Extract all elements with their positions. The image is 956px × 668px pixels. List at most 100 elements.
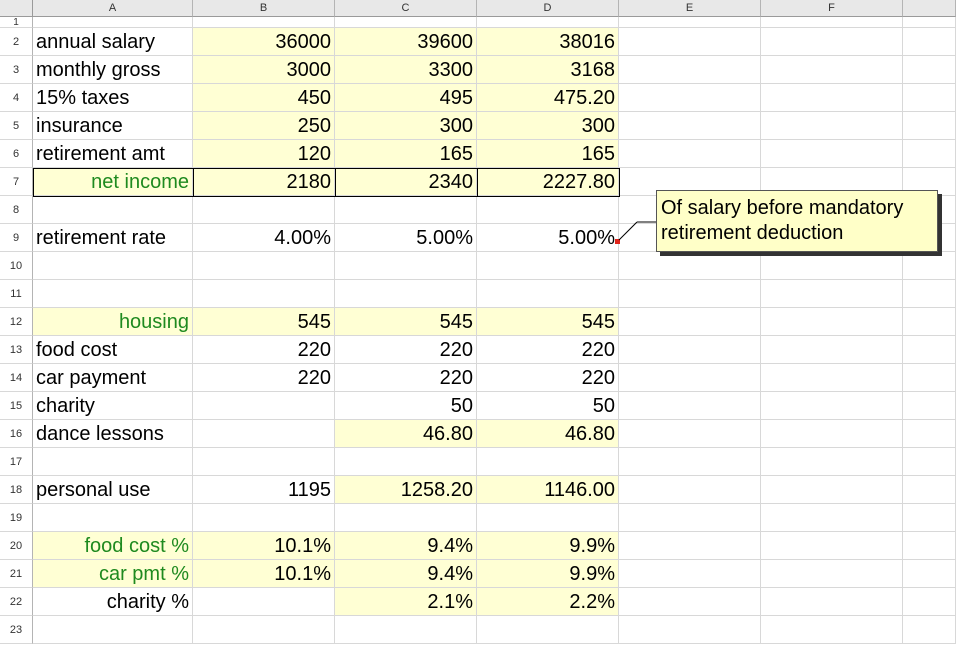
cell-e3[interactable]	[619, 56, 761, 84]
cell-g21[interactable]	[903, 560, 956, 588]
cell-c20[interactable]: 9.4%	[335, 532, 477, 560]
cell-g19[interactable]	[903, 504, 956, 532]
cell-b6[interactable]: 120	[193, 140, 335, 168]
cell-f5[interactable]	[761, 112, 903, 140]
cell-c13[interactable]: 220	[335, 336, 477, 364]
cell-e2[interactable]	[619, 28, 761, 56]
cell-f3[interactable]	[761, 56, 903, 84]
column-header-c[interactable]: C	[335, 0, 477, 17]
cell-b5[interactable]: 250	[193, 112, 335, 140]
cell-a12[interactable]: housing	[33, 308, 193, 336]
cell-d21[interactable]: 9.9%	[477, 560, 619, 588]
cell-d11[interactable]	[477, 280, 619, 308]
cell-a21[interactable]: car pmt %	[33, 560, 193, 588]
cell-e14[interactable]	[619, 364, 761, 392]
cell-a5[interactable]: insurance	[33, 112, 193, 140]
cell-g23[interactable]	[903, 616, 956, 644]
column-header-g[interactable]	[903, 0, 956, 17]
cell-c6[interactable]: 165	[335, 140, 477, 168]
cell-a3[interactable]: monthly gross	[33, 56, 193, 84]
cell-b7[interactable]: 2180	[193, 168, 335, 196]
cell-f11[interactable]	[761, 280, 903, 308]
cell-e15[interactable]	[619, 392, 761, 420]
cell-a16[interactable]: dance lessons	[33, 420, 193, 448]
cell-d19[interactable]	[477, 504, 619, 532]
cell-a9[interactable]: retirement rate	[33, 224, 193, 252]
cell-a6[interactable]: retirement amt	[33, 140, 193, 168]
cell-g6[interactable]	[903, 140, 956, 168]
cell-c18[interactable]: 1258.20	[335, 476, 477, 504]
cell-a8[interactable]	[33, 196, 193, 224]
row-header-16[interactable]: 16	[0, 420, 33, 448]
cell-b12[interactable]: 545	[193, 308, 335, 336]
cell-d16[interactable]: 46.80	[477, 420, 619, 448]
cell-c9[interactable]: 5.00%	[335, 224, 477, 252]
cell-e10[interactable]	[619, 252, 761, 280]
cell-c1[interactable]	[335, 17, 477, 28]
cell-f22[interactable]	[761, 588, 903, 616]
cell-e19[interactable]	[619, 504, 761, 532]
row-header-14[interactable]: 14	[0, 364, 33, 392]
cell-e16[interactable]	[619, 420, 761, 448]
cell-a15[interactable]: charity	[33, 392, 193, 420]
cell-e13[interactable]	[619, 336, 761, 364]
row-header-22[interactable]: 22	[0, 588, 33, 616]
cell-d4[interactable]: 475.20	[477, 84, 619, 112]
cell-a10[interactable]	[33, 252, 193, 280]
cell-a4[interactable]: 15% taxes	[33, 84, 193, 112]
cell-e18[interactable]	[619, 476, 761, 504]
cell-d7[interactable]: 2227.80	[477, 168, 619, 196]
cell-a11[interactable]	[33, 280, 193, 308]
cell-e22[interactable]	[619, 588, 761, 616]
cell-g17[interactable]	[903, 448, 956, 476]
cell-b8[interactable]	[193, 196, 335, 224]
cell-a18[interactable]: personal use	[33, 476, 193, 504]
cell-g22[interactable]	[903, 588, 956, 616]
cell-f18[interactable]	[761, 476, 903, 504]
cell-a2[interactable]: annual salary	[33, 28, 193, 56]
cell-a7[interactable]: net income	[33, 168, 193, 196]
cell-e23[interactable]	[619, 616, 761, 644]
cell-b10[interactable]	[193, 252, 335, 280]
cell-f15[interactable]	[761, 392, 903, 420]
cell-e11[interactable]	[619, 280, 761, 308]
row-header-1[interactable]: 1	[0, 17, 33, 28]
row-header-19[interactable]: 19	[0, 504, 33, 532]
cell-e12[interactable]	[619, 308, 761, 336]
cell-e5[interactable]	[619, 112, 761, 140]
cell-g12[interactable]	[903, 308, 956, 336]
cell-a14[interactable]: car payment	[33, 364, 193, 392]
cell-e20[interactable]	[619, 532, 761, 560]
cell-b14[interactable]: 220	[193, 364, 335, 392]
cell-c23[interactable]	[335, 616, 477, 644]
cell-d10[interactable]	[477, 252, 619, 280]
cell-e4[interactable]	[619, 84, 761, 112]
cell-c16[interactable]: 46.80	[335, 420, 477, 448]
column-header-b[interactable]: B	[193, 0, 335, 17]
cell-a13[interactable]: food cost	[33, 336, 193, 364]
cell-g2[interactable]	[903, 28, 956, 56]
cell-c10[interactable]	[335, 252, 477, 280]
cell-d12[interactable]: 545	[477, 308, 619, 336]
cell-a17[interactable]	[33, 448, 193, 476]
cell-f1[interactable]	[761, 17, 903, 28]
row-header-4[interactable]: 4	[0, 84, 33, 112]
cell-d13[interactable]: 220	[477, 336, 619, 364]
cell-g11[interactable]	[903, 280, 956, 308]
row-header-21[interactable]: 21	[0, 560, 33, 588]
column-header-f[interactable]: F	[761, 0, 903, 17]
cell-d8[interactable]	[477, 196, 619, 224]
cell-a1[interactable]	[33, 17, 193, 28]
cell-d22[interactable]: 2.2%	[477, 588, 619, 616]
cell-c12[interactable]: 545	[335, 308, 477, 336]
cell-b23[interactable]	[193, 616, 335, 644]
cell-b16[interactable]	[193, 420, 335, 448]
cell-e17[interactable]	[619, 448, 761, 476]
row-header-20[interactable]: 20	[0, 532, 33, 560]
row-header-5[interactable]: 5	[0, 112, 33, 140]
cell-b15[interactable]	[193, 392, 335, 420]
cell-e21[interactable]	[619, 560, 761, 588]
cell-c22[interactable]: 2.1%	[335, 588, 477, 616]
cell-c7[interactable]: 2340	[335, 168, 477, 196]
row-header-2[interactable]: 2	[0, 28, 33, 56]
